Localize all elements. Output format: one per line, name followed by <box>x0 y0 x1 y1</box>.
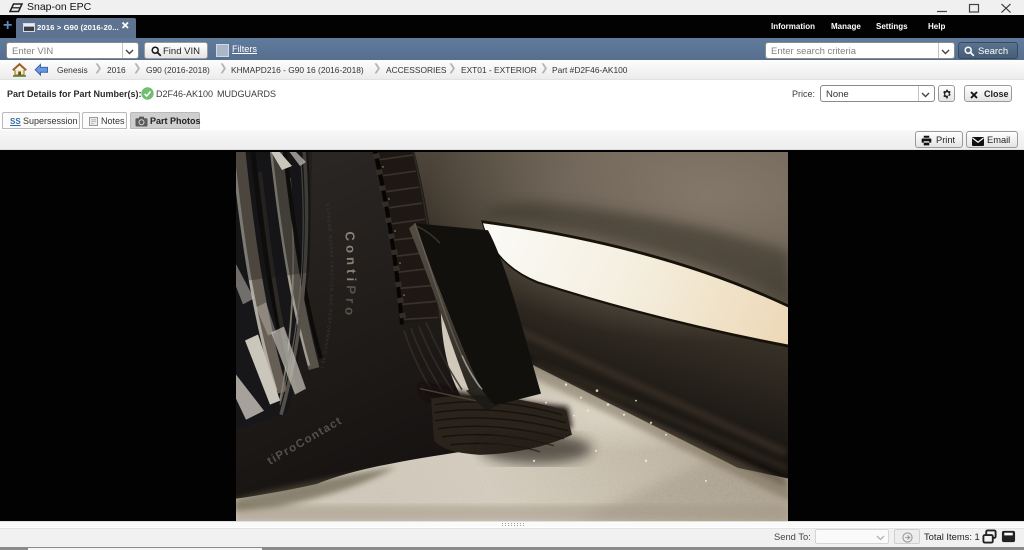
svg-text:ContiPro: ContiPro <box>342 231 359 320</box>
